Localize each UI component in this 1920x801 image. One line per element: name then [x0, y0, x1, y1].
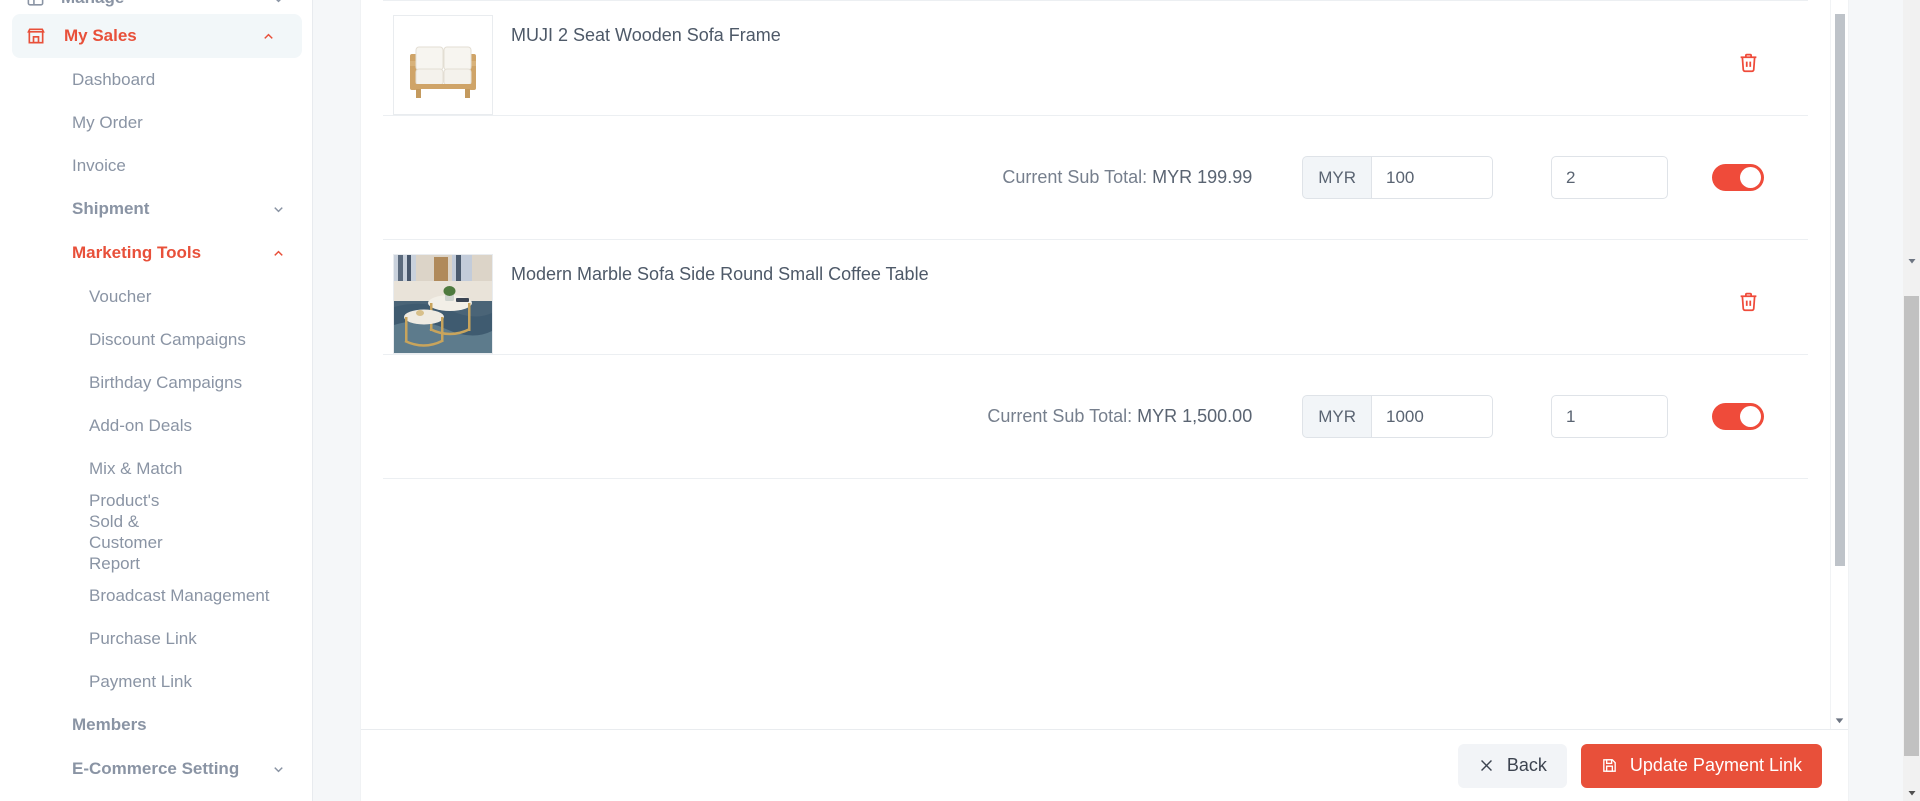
chevron-down-icon [271, 762, 286, 777]
sidebar-item-label: Purchase Link [89, 628, 197, 648]
price-input-group: MYR [1302, 395, 1493, 438]
sidebar-item-label: Mix & Match [89, 458, 183, 478]
sidebar-item-my-order[interactable]: My Order [0, 101, 312, 144]
products-scroll-area: MUJI 2 Seat Wooden Sofa Frame Current Su… [361, 0, 1830, 729]
chevron-up-icon [261, 29, 276, 44]
quantity-input[interactable] [1551, 156, 1668, 199]
sidebar-item-label: Discount Campaigns [89, 329, 246, 349]
toggle-knob [1740, 167, 1761, 188]
subtotal-label: Current Sub Total: [987, 406, 1133, 426]
sidebar-item-ecommerce-setting[interactable]: E-Commerce Setting [0, 747, 312, 791]
trash-icon[interactable] [1738, 291, 1759, 312]
delete-product-cell [1688, 52, 1808, 79]
chevron-up-icon [271, 246, 286, 261]
trash-icon[interactable] [1738, 52, 1759, 73]
product-pricing-row: Current Sub Total: MYR 1,500.00 MYR [383, 355, 1808, 479]
sidebar-item-label: Marketing Tools [72, 243, 202, 262]
sidebar-item-shipment[interactable]: Shipment [0, 187, 312, 231]
sidebar-item-manage[interactable]: Manage [0, 0, 312, 14]
table-row: Modern Marble Sofa Side Round Small Coff… [383, 240, 1808, 355]
currency-addon: MYR [1302, 395, 1371, 438]
page-scroll-down-arrow-icon[interactable] [1903, 784, 1920, 801]
product-enabled-cell [1668, 164, 1808, 191]
sidebar-item-label: Members [72, 715, 147, 734]
subtotal-text: Current Sub Total: MYR 199.99 [1002, 167, 1252, 188]
update-payment-link-button[interactable]: Update Payment Link [1580, 743, 1822, 788]
back-button-label: Back [1506, 755, 1547, 775]
currency-addon: MYR [1302, 156, 1371, 199]
sidebar-item-my-sales[interactable]: My Sales [12, 14, 302, 58]
sidebar-item-add-on-deals[interactable]: Add-on Deals [0, 404, 312, 447]
save-disk-icon [1601, 757, 1618, 774]
sofa-frame-image [393, 15, 493, 115]
scroll-down-arrow-icon[interactable] [1831, 714, 1848, 727]
product-enabled-toggle[interactable] [1712, 164, 1764, 191]
layout-icon [26, 0, 45, 8]
app-root: Manage My Sales Dashboard My Order Invoi… [0, 0, 1920, 801]
subtotal-text: Current Sub Total: MYR 1,500.00 [987, 406, 1252, 427]
delete-product-cell [1688, 291, 1808, 318]
sidebar-item-purchase-link[interactable]: Purchase Link [0, 617, 312, 660]
sidebar-item-broadcast-management[interactable]: Broadcast Management [0, 574, 312, 617]
sidebar-item-invoice[interactable]: Invoice [0, 144, 312, 187]
modal-body: MUJI 2 Seat Wooden Sofa Frame Current Su… [361, 0, 1848, 729]
page-scroll-caret-icon[interactable] [1903, 252, 1920, 269]
update-payment-link-label: Update Payment Link [1629, 755, 1802, 775]
sidebar-item-marketing-tools[interactable]: Marketing Tools [0, 231, 312, 275]
sidebar-item-voucher[interactable]: Voucher [0, 275, 312, 318]
modal-footer: Back Update Payment Link [361, 729, 1848, 801]
modal-left-gutter [313, 0, 361, 801]
sidebar-item-products-sold-customer-report[interactable]: Product's Sold & Customer Report [0, 490, 312, 574]
sidebar-item-label: Add-on Deals [89, 415, 193, 435]
sidebar-item-label: Payment Link [89, 671, 192, 691]
product-name: Modern Marble Sofa Side Round Small Coff… [511, 264, 929, 284]
sidebar-item-label: My Order [72, 112, 143, 132]
sidebar-item-label: Shipment [72, 199, 150, 218]
toggle-knob [1740, 406, 1761, 427]
sidebar-item-label: My Sales [64, 26, 137, 45]
subtotal-amount: MYR 1,500.00 [1137, 406, 1253, 426]
sidebar-item-label: Birthday Campaigns [89, 372, 243, 392]
sidebar-item-birthday-campaigns[interactable]: Birthday Campaigns [0, 361, 312, 404]
page-scrollbar[interactable] [1903, 0, 1920, 801]
sidebar-item-label: Manage [61, 0, 124, 6]
storefront-icon [26, 26, 48, 46]
sidebar: Manage My Sales Dashboard My Order Invoi… [0, 0, 313, 801]
quantity-input[interactable] [1551, 395, 1668, 438]
price-input[interactable] [1371, 156, 1493, 199]
sidebar-item-label: Product's Sold & Customer Report [89, 491, 163, 573]
product-enabled-cell [1668, 403, 1808, 430]
sidebar-item-discount-campaigns[interactable]: Discount Campaigns [0, 318, 312, 361]
main-content: MUJI 2 Seat Wooden Sofa Frame Current Su… [313, 0, 1920, 801]
sidebar-item-label: Dashboard [72, 69, 156, 89]
sidebar-item-mix-and-match[interactable]: Mix & Match [0, 447, 312, 490]
chevron-down-icon [271, 0, 286, 12]
payment-link-edit-modal: MUJI 2 Seat Wooden Sofa Frame Current Su… [361, 0, 1848, 801]
sidebar-item-dashboard[interactable]: Dashboard [0, 58, 312, 101]
product-pricing-row: Current Sub Total: MYR 199.99 MYR [383, 116, 1808, 240]
scrollbar-thumb[interactable] [1835, 14, 1845, 566]
chevron-down-icon [271, 202, 286, 217]
subtotal-amount: MYR 199.99 [1152, 167, 1253, 187]
sidebar-item-label: E-Commerce Setting [72, 759, 240, 778]
product-enabled-toggle[interactable] [1712, 403, 1764, 430]
back-button[interactable]: Back [1457, 743, 1567, 788]
page-scrollbar-thumb[interactable] [1904, 296, 1919, 756]
modal-scrollbar[interactable] [1830, 0, 1848, 729]
close-x-icon [1478, 757, 1495, 774]
price-input-group: MYR [1302, 156, 1493, 199]
price-input[interactable] [1371, 395, 1493, 438]
sidebar-item-label: Voucher [89, 286, 152, 306]
subtotal-label: Current Sub Total: [1002, 167, 1148, 187]
sidebar-item-payment-link[interactable]: Payment Link [0, 660, 312, 703]
sidebar-item-label: Invoice [72, 155, 126, 175]
coffee-table-image [393, 254, 493, 354]
table-row: MUJI 2 Seat Wooden Sofa Frame [383, 0, 1808, 116]
sidebar-item-members[interactable]: Members [0, 703, 312, 747]
product-name: MUJI 2 Seat Wooden Sofa Frame [511, 25, 781, 45]
sidebar-item-label: Broadcast Management [89, 585, 270, 605]
